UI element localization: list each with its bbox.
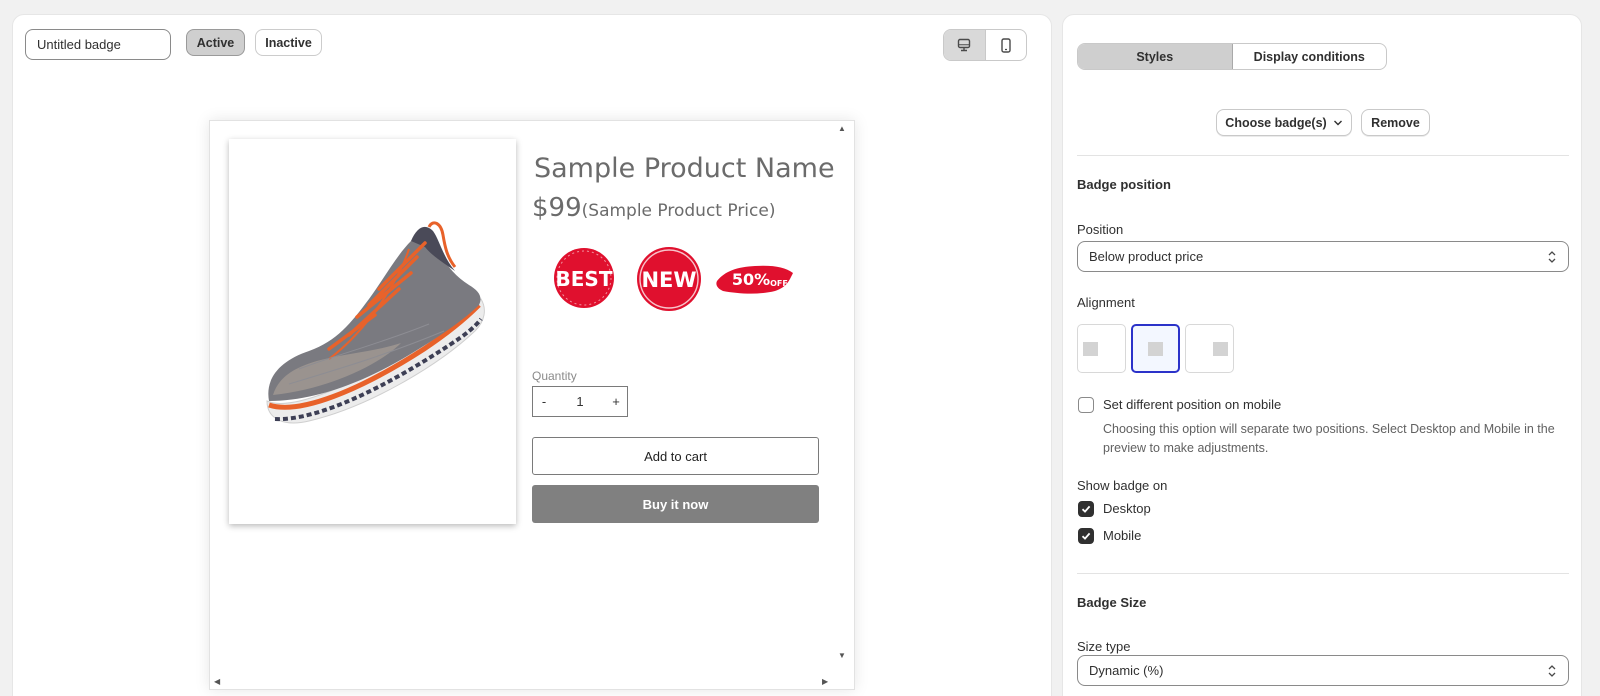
select-chevrons-icon	[1548, 664, 1556, 677]
divider	[1077, 573, 1569, 574]
scroll-down-icon[interactable]: ▼	[838, 651, 846, 660]
badge-name-input[interactable]	[25, 29, 171, 60]
settings-panel: Styles Display conditions Choose badge(s…	[1062, 14, 1582, 696]
preview-card: Active Inactive ▲ ▼ ◀ ▶	[12, 14, 1052, 696]
checkmark-icon	[1081, 532, 1091, 540]
mobile-position-checkbox[interactable]	[1078, 397, 1094, 413]
position-select[interactable]: Below product price	[1077, 241, 1569, 272]
desktop-icon	[958, 38, 971, 52]
quantity-label: Quantity	[532, 369, 577, 383]
badge-discount[interactable]: 50% OFF	[715, 261, 795, 297]
alignment-left-option[interactable]	[1077, 324, 1126, 373]
add-to-cart-button[interactable]: Add to cart	[532, 437, 819, 475]
product-name: Sample Product Name	[534, 153, 835, 184]
choose-badges-label: Choose badge(s)	[1225, 115, 1327, 130]
position-select-value: Below product price	[1089, 249, 1204, 264]
scroll-right-icon[interactable]: ▶	[822, 677, 828, 686]
align-right-icon	[1213, 342, 1228, 356]
mobile-checkbox[interactable]	[1078, 528, 1094, 544]
desktop-view-button[interactable]	[944, 30, 986, 60]
size-type-label: Size type	[1077, 639, 1131, 654]
mobile-position-help: Choosing this option will separate two p…	[1103, 422, 1555, 455]
badge-size-title: Badge Size	[1077, 595, 1147, 610]
tab-styles[interactable]: Styles	[1078, 44, 1233, 69]
mobile-label: Mobile	[1103, 528, 1142, 543]
alignment-label: Alignment	[1077, 295, 1135, 310]
desktop-checkbox[interactable]	[1078, 501, 1094, 517]
scroll-up-icon[interactable]: ▲	[838, 124, 846, 133]
quantity-decrease-button[interactable]: -	[533, 394, 555, 409]
price-value: $99	[532, 193, 582, 223]
settings-tabs: Styles Display conditions	[1077, 43, 1387, 70]
badge-new[interactable]: NEW	[635, 245, 703, 313]
inactive-button[interactable]: Inactive	[255, 29, 322, 56]
quantity-increase-button[interactable]: +	[605, 394, 627, 409]
remove-button[interactable]: Remove	[1361, 109, 1430, 136]
alignment-center-option[interactable]	[1131, 324, 1180, 373]
badge-best-text: BEST	[556, 267, 613, 291]
checkmark-icon	[1081, 505, 1091, 513]
align-center-icon	[1148, 342, 1163, 356]
quantity-value[interactable]: 1	[555, 394, 605, 409]
product-image	[229, 139, 516, 524]
badge-position-title: Badge position	[1077, 177, 1171, 192]
product-price: $99(Sample Product Price)	[532, 193, 775, 223]
buy-now-button[interactable]: Buy it now	[532, 485, 819, 523]
position-label: Position	[1077, 222, 1124, 237]
select-chevrons-icon	[1548, 250, 1556, 263]
sneaker-image	[266, 221, 485, 424]
desktop-label: Desktop	[1103, 501, 1151, 516]
badge-best[interactable]: BEST	[551, 245, 617, 311]
divider	[1077, 155, 1569, 156]
mobile-icon	[1001, 37, 1011, 53]
alignment-right-option[interactable]	[1185, 324, 1234, 373]
size-type-select-value: Dynamic (%)	[1089, 663, 1164, 678]
badge-new-text: NEW	[641, 268, 696, 292]
mobile-position-label: Set different position on mobile	[1103, 397, 1282, 412]
active-button[interactable]: Active	[186, 29, 245, 56]
choose-badges-button[interactable]: Choose badge(s)	[1216, 109, 1352, 136]
show-badge-on-label: Show badge on	[1077, 478, 1168, 493]
scroll-left-icon[interactable]: ◀	[214, 677, 220, 686]
align-left-icon	[1083, 342, 1098, 356]
tab-display-conditions[interactable]: Display conditions	[1233, 44, 1387, 69]
badge-discount-suffix: OFF	[770, 279, 788, 288]
quantity-stepper[interactable]: - 1 +	[532, 386, 628, 417]
price-note: (Sample Product Price)	[581, 201, 776, 221]
product-preview[interactable]: ▲ ▼ ◀ ▶ Sample Product Name $99(Sample P…	[209, 120, 855, 690]
device-toggle	[943, 29, 1027, 61]
chevron-down-icon	[1333, 120, 1342, 125]
badge-discount-text: 50%	[732, 270, 770, 289]
size-type-select[interactable]: Dynamic (%)	[1077, 655, 1569, 686]
mobile-view-button[interactable]	[986, 30, 1027, 60]
